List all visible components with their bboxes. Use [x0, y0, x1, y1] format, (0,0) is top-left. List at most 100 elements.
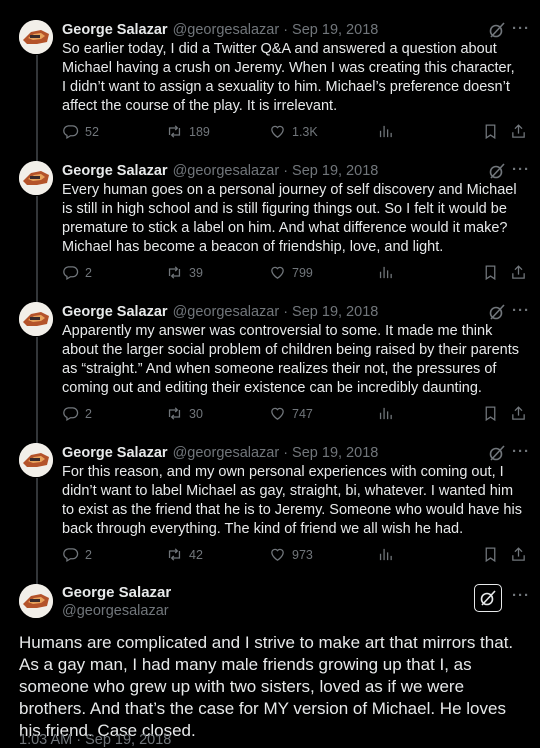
views-button[interactable] — [377, 123, 400, 140]
author-handle[interactable]: @georgesalazar — [62, 603, 169, 619]
reply-button[interactable]: 2 — [62, 264, 92, 281]
retweet-button[interactable]: 39 — [166, 264, 203, 281]
thread-tweet[interactable]: George Salazar @georgesalazar · Sep 19, … — [0, 161, 540, 291]
tweet-header: George Salazar @georgesalazar · Sep 19, … — [62, 161, 378, 181]
grok-icon[interactable] — [488, 162, 506, 180]
bookmark-button[interactable] — [482, 405, 499, 422]
bookmark-icon — [485, 124, 496, 140]
thread-tweet[interactable]: George Salazar @georgesalazar · Sep 19, … — [0, 20, 540, 150]
author-name[interactable]: George Salazar — [62, 163, 168, 179]
like-count: 1.3K — [292, 124, 318, 139]
tweet-header: George Salazar @georgesalazar · Sep 19, … — [62, 302, 378, 322]
tweet-text: Apparently my answer was controversial t… — [62, 323, 520, 396]
tweet-header: George Salazar @georgesalazar · Sep 19, … — [62, 20, 378, 40]
more-icon[interactable]: ··· — [512, 443, 530, 460]
avatar-image — [19, 20, 53, 54]
bookmark-button[interactable] — [482, 264, 499, 281]
share-button[interactable] — [510, 405, 527, 422]
heart-icon — [271, 407, 284, 420]
retweet-button[interactable]: 30 — [166, 405, 203, 422]
author-name[interactable]: George Salazar — [62, 22, 168, 38]
share-icon — [512, 124, 525, 138]
reply-count: 2 — [85, 265, 92, 280]
author-name[interactable]: George Salazar — [62, 445, 168, 461]
reply-button[interactable]: 52 — [62, 123, 99, 140]
heart-icon — [271, 548, 284, 561]
like-button[interactable]: 1.3K — [269, 123, 318, 140]
bookmark-button[interactable] — [482, 123, 499, 140]
reply-count: 52 — [85, 124, 99, 139]
bookmark-icon — [485, 406, 496, 422]
reply-count: 2 — [85, 547, 92, 562]
avatar[interactable] — [19, 20, 53, 54]
like-button[interactable]: 799 — [269, 264, 313, 281]
tweet-text: For this reason, and my own personal exp… — [62, 464, 522, 537]
tweet-actions: 52 189 1.3K — [62, 123, 528, 143]
retweet-icon — [168, 125, 181, 138]
avatar[interactable] — [19, 584, 53, 618]
more-icon[interactable]: ··· — [512, 20, 530, 37]
author-handle[interactable]: @georgesalazar — [173, 22, 280, 38]
share-button[interactable] — [510, 123, 527, 140]
bookmark-icon — [485, 547, 496, 563]
share-icon — [512, 547, 525, 561]
avatar-image — [19, 161, 53, 195]
heart-icon — [271, 266, 284, 279]
like-button[interactable]: 973 — [269, 546, 313, 563]
grok-icon[interactable] — [488, 21, 506, 39]
reply-icon — [63, 548, 79, 563]
like-count: 973 — [292, 547, 313, 562]
author-handle[interactable]: @georgesalazar — [173, 163, 280, 179]
views-button[interactable] — [377, 546, 400, 563]
author-name[interactable]: George Salazar — [62, 584, 171, 601]
retweet-icon — [168, 548, 181, 561]
avatar[interactable] — [19, 302, 53, 336]
grok-icon[interactable] — [488, 303, 506, 321]
views-button[interactable] — [377, 264, 400, 281]
reply-icon — [63, 266, 79, 281]
bookmark-icon — [485, 265, 496, 281]
retweet-count: 189 — [189, 124, 210, 139]
tweet-header: George Salazar @georgesalazar · Sep 19, … — [62, 443, 378, 463]
tweet-date[interactable]: Sep 19, 2018 — [292, 22, 378, 38]
avatar-image — [19, 584, 53, 618]
tweet-actions: 2 39 799 — [62, 264, 528, 284]
tweet-text: Every human goes on a personal journey o… — [62, 182, 517, 255]
tweet-actions: 2 42 973 — [62, 546, 528, 566]
reply-button[interactable]: 2 — [62, 405, 92, 422]
retweet-button[interactable]: 189 — [166, 123, 210, 140]
thread-tweet[interactable]: George Salazar @georgesalazar · Sep 19, … — [0, 443, 540, 573]
tweet-date[interactable]: Sep 19, 2018 — [292, 163, 378, 179]
avatar-image — [19, 443, 53, 477]
author-name[interactable]: George Salazar — [62, 304, 168, 320]
share-icon — [512, 406, 525, 420]
reply-icon — [63, 407, 79, 422]
grok-icon[interactable] — [488, 444, 506, 462]
retweet-count: 42 — [189, 547, 203, 562]
separator: · — [283, 304, 289, 320]
avatar-image — [19, 302, 53, 336]
retweet-button[interactable]: 42 — [166, 546, 203, 563]
share-button[interactable] — [510, 264, 527, 281]
retweet-icon — [168, 266, 181, 279]
author-handle[interactable]: @georgesalazar — [173, 445, 280, 461]
separator: · — [283, 445, 289, 461]
more-icon[interactable]: ··· — [512, 587, 530, 604]
more-icon[interactable]: ··· — [512, 161, 530, 178]
bookmark-button[interactable] — [482, 546, 499, 563]
share-button[interactable] — [510, 546, 527, 563]
more-icon[interactable]: ··· — [512, 302, 530, 319]
views-button[interactable] — [377, 405, 400, 422]
like-button[interactable]: 747 — [269, 405, 313, 422]
reply-icon — [63, 125, 79, 140]
separator: · — [283, 163, 289, 179]
like-count: 747 — [292, 406, 313, 421]
author-handle[interactable]: @georgesalazar — [173, 304, 280, 320]
avatar[interactable] — [19, 443, 53, 477]
tweet-date[interactable]: Sep 19, 2018 — [292, 445, 378, 461]
tweet-date[interactable]: Sep 19, 2018 — [292, 304, 378, 320]
thread-tweet[interactable]: George Salazar @georgesalazar · Sep 19, … — [0, 302, 540, 432]
reply-button[interactable]: 2 — [62, 546, 92, 563]
grok-button[interactable] — [474, 584, 502, 612]
avatar[interactable] — [19, 161, 53, 195]
